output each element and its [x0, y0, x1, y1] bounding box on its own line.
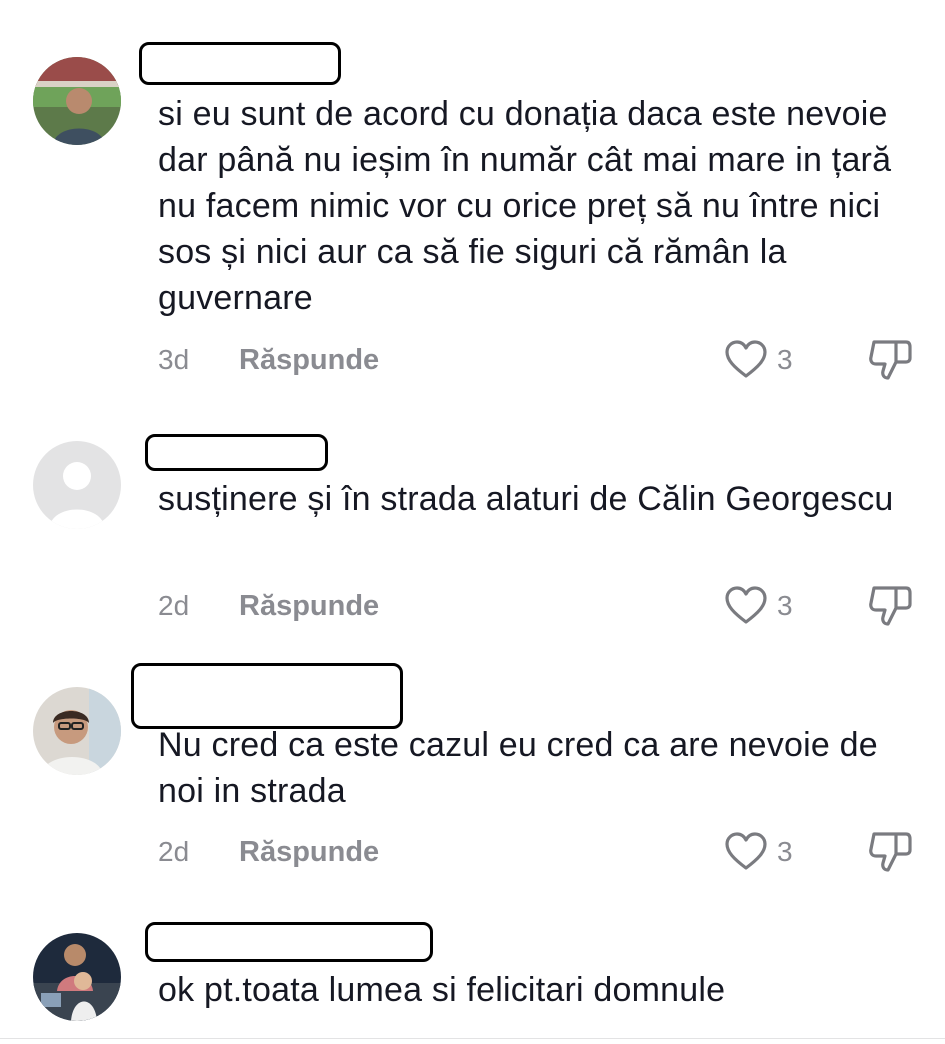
- avatar[interactable]: [33, 933, 121, 1021]
- username-redacted: [139, 42, 341, 85]
- avatar[interactable]: [33, 57, 121, 145]
- comment-actions: 2d Răspunde 3: [158, 832, 918, 872]
- like-count: 3: [777, 344, 793, 375]
- reply-button[interactable]: Răspunde: [239, 832, 379, 872]
- username-redacted: [145, 434, 328, 471]
- comment-text: susținere și în strada alaturi de Călin …: [158, 480, 894, 518]
- username-redacted: [131, 663, 403, 729]
- comment-text: Nu cred ca este cazul eu cred ca are nev…: [158, 726, 878, 810]
- comment-time: 3d: [158, 344, 190, 375]
- avatar[interactable]: [33, 687, 121, 775]
- comment-time: 2d: [158, 590, 190, 621]
- comment-time: 2d: [158, 836, 190, 867]
- reply-button[interactable]: Răspunde: [239, 586, 379, 626]
- dislike-icon[interactable]: [866, 830, 914, 874]
- comment-text: ok pt.toata lumea si felicitari domnule: [158, 971, 726, 1009]
- dislike-icon[interactable]: [866, 338, 914, 382]
- dislike-icon[interactable]: [866, 584, 914, 628]
- comment-actions: 3d Răspunde 3: [158, 340, 918, 380]
- like-count: 3: [777, 590, 793, 621]
- comment-actions: 2d Răspunde 3: [158, 586, 918, 626]
- username-redacted: [145, 922, 433, 962]
- comment-text: si eu sunt de acord cu donația daca este…: [158, 95, 892, 317]
- heart-icon[interactable]: [724, 586, 768, 626]
- like-count: 3: [777, 836, 793, 867]
- default-avatar-icon[interactable]: [33, 441, 121, 529]
- reply-button[interactable]: Răspunde: [239, 340, 379, 380]
- divider: [0, 1038, 945, 1039]
- heart-icon[interactable]: [724, 340, 768, 380]
- heart-icon[interactable]: [724, 832, 768, 872]
